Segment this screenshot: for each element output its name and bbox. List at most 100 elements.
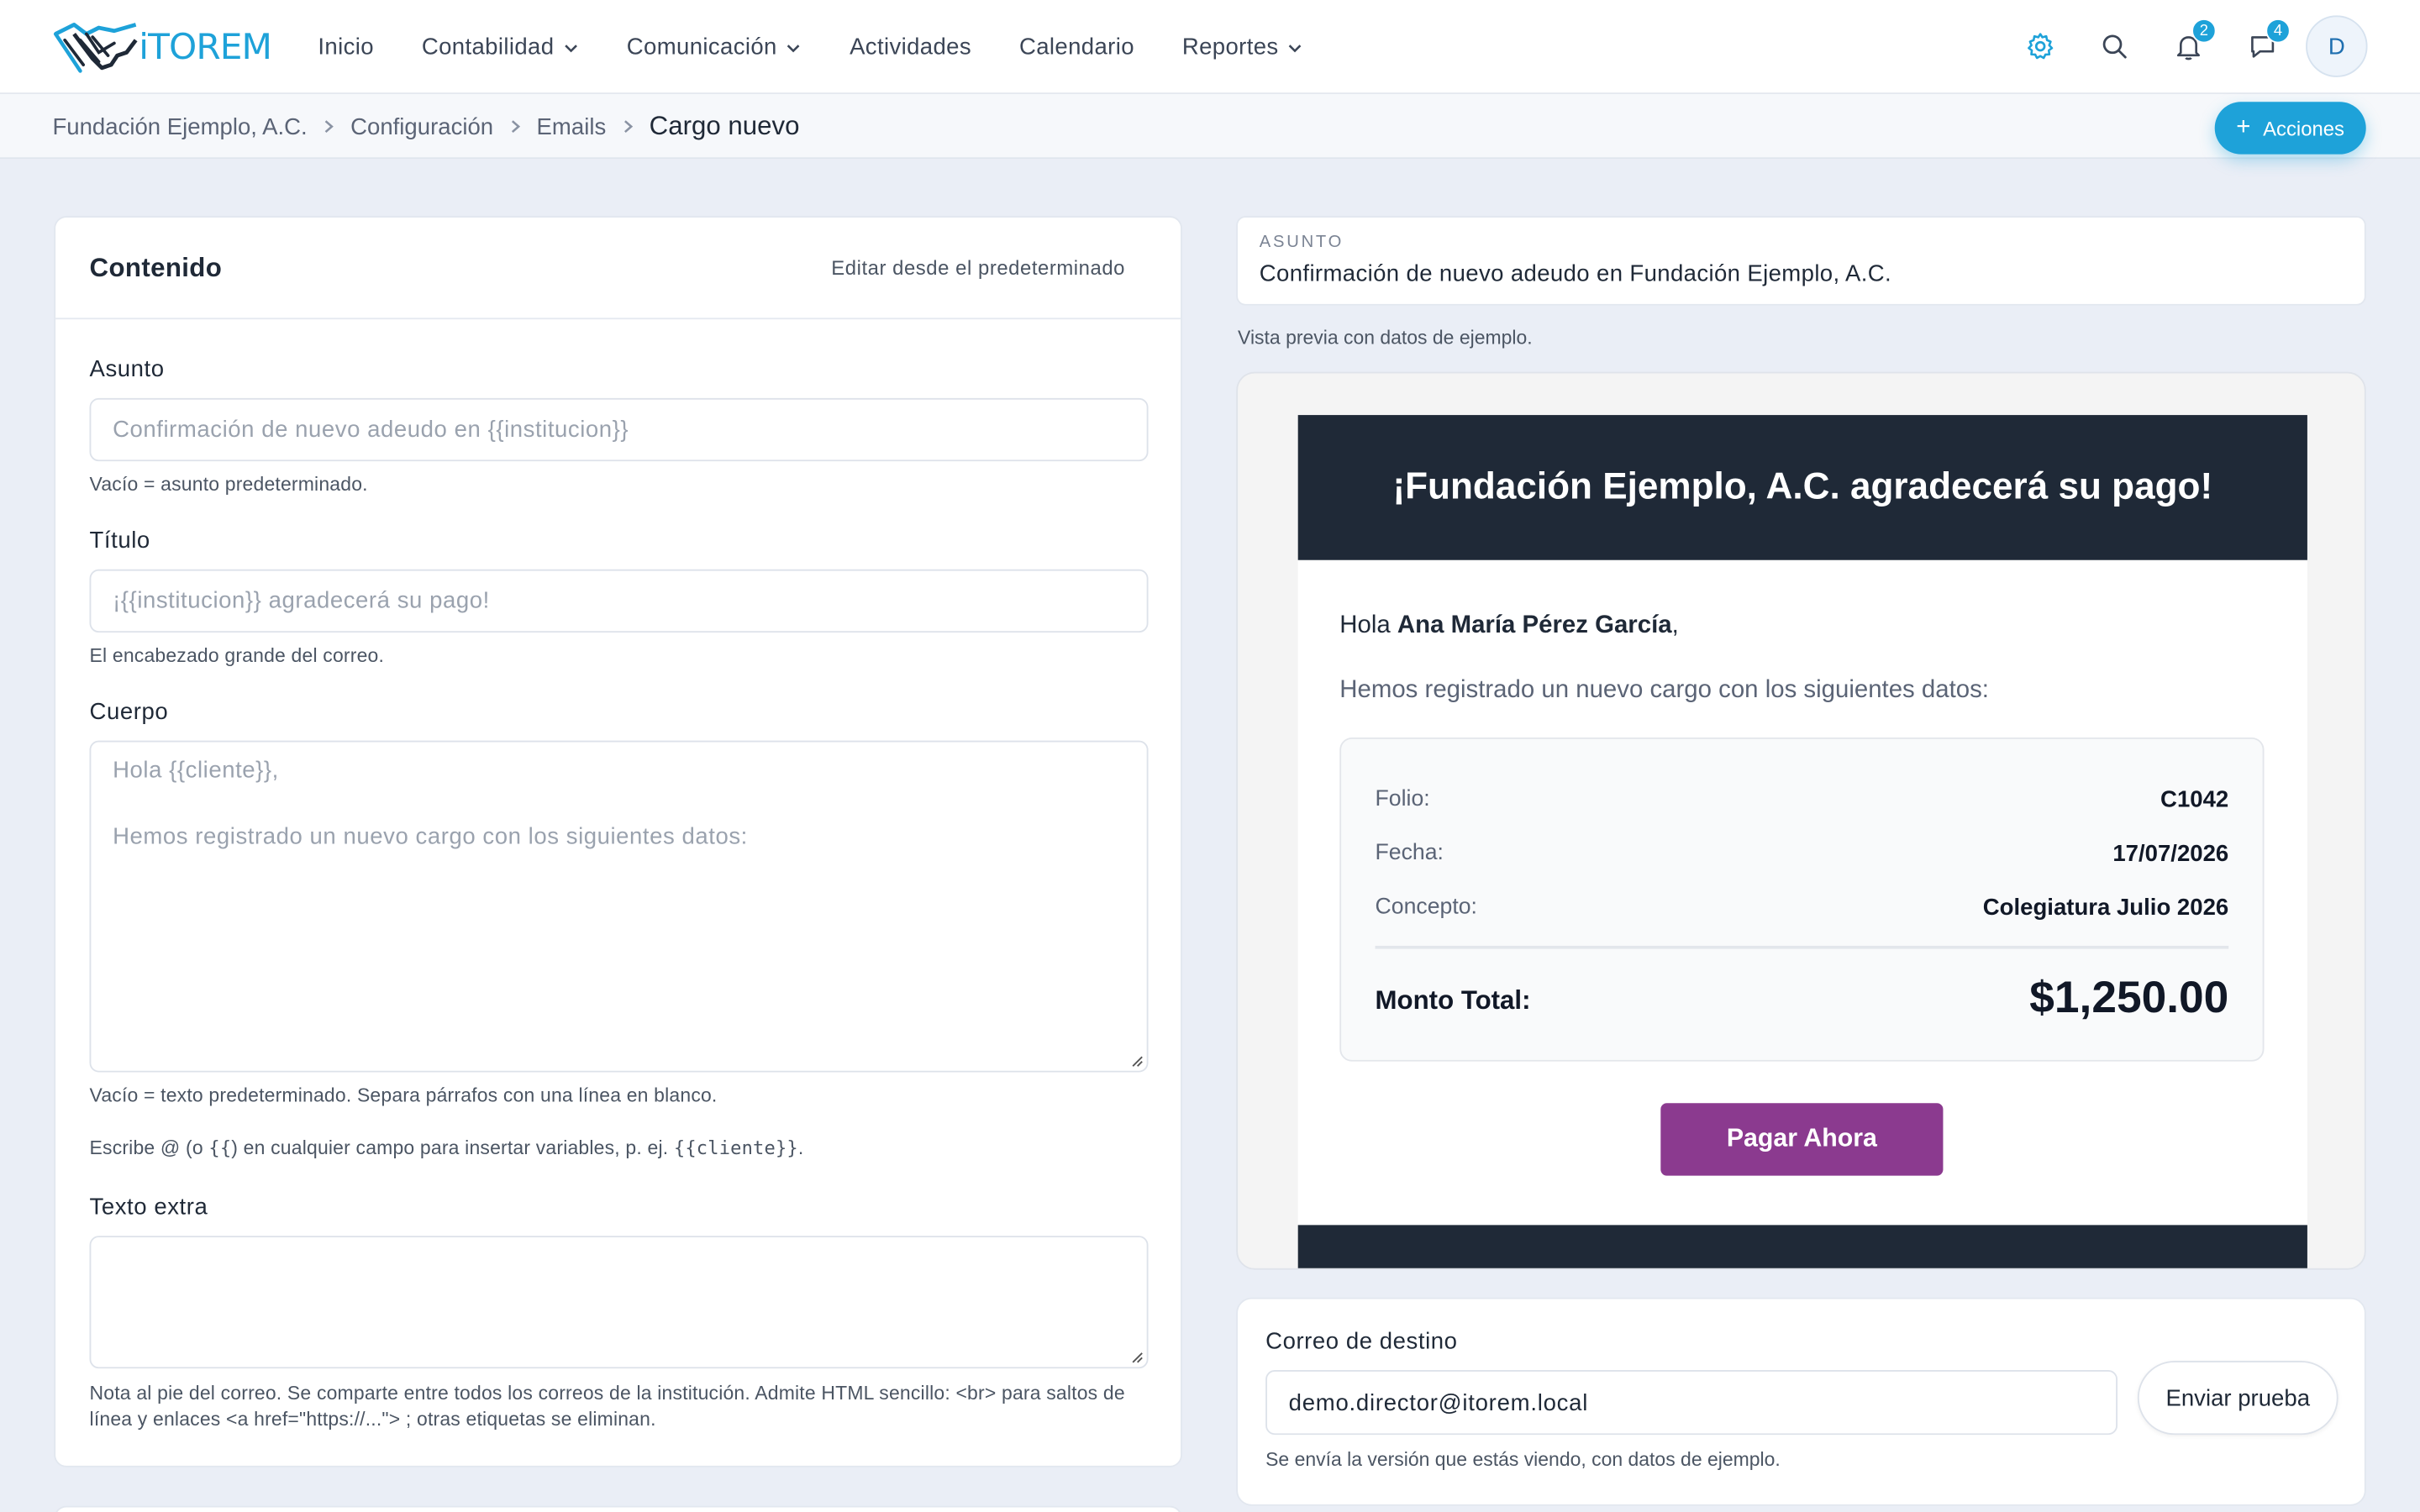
nav-item-comunicacion[interactable]: Comunicación	[627, 0, 802, 94]
variables-hint-code: {{	[208, 1137, 232, 1159]
edit-from-default-button[interactable]: Editar desde el predeterminado	[831, 256, 1125, 280]
content-card: Contenido Editar desde el predeterminado…	[54, 216, 1182, 1467]
detail-key: Concepto:	[1375, 895, 1477, 920]
breadcrumb-institution[interactable]: Fundación Ejemplo, A.C.	[52, 113, 307, 139]
email-greeting: Hola Ana María Pérez García,	[1339, 612, 1679, 640]
subject-preview: ASUNTO Confirmación de nuevo adeudo en F…	[1236, 216, 2366, 306]
subject-label: Asunto	[89, 356, 165, 383]
breadcrumb-configuracion[interactable]: Configuración	[350, 113, 493, 139]
chevron-down-icon	[565, 44, 577, 52]
settings-button[interactable]	[2009, 15, 2070, 76]
detail-value: C1042	[2160, 786, 2229, 813]
variables-hint: Escribe @ (o {{) en cualquier campo para…	[90, 1137, 804, 1159]
destination-email-input[interactable]: demo.director@itorem.local	[1265, 1370, 2118, 1436]
nav-label: Reportes	[1181, 34, 1279, 60]
detail-value: 17/07/2026	[2112, 841, 2229, 868]
nav-item-actividades[interactable]: Actividades	[850, 0, 971, 94]
subject-hint: Vacío = asunto predeterminado.	[89, 473, 368, 496]
charge-details-box: Folio: C1042 Fecha: 17/07/2026 Concepto: Co…	[1339, 737, 2265, 1062]
email-heading: ¡Fundación Ejemplo, A.C. agradecerá su p…	[1297, 415, 2307, 560]
resize-handle-icon[interactable]	[1128, 1348, 1144, 1363]
breadcrumb-emails[interactable]: Emails	[537, 113, 607, 139]
total-value: $1,250.00	[2029, 973, 2229, 1023]
chevron-down-icon	[787, 44, 801, 52]
chevron-right-icon	[324, 120, 334, 134]
email-intro: Hemos registrado un nuevo cargo con los …	[1339, 677, 1989, 704]
main-nav: Inicio Contabilidad Comunicación Activid…	[318, 0, 1351, 94]
messages-button[interactable]: 4	[2232, 15, 2293, 76]
subject-placeholder: Confirmación de nuevo adeudo en {{instit…	[113, 416, 629, 444]
greeting-text: ,	[1671, 612, 1679, 639]
content-card-header: Contenido Editar desde el predeterminado	[55, 218, 1181, 320]
detail-row-folio: Folio: C1042	[1376, 787, 2229, 813]
heading-label: Título	[89, 528, 150, 554]
nav-label: Comunicación	[626, 34, 777, 60]
email-preview: ¡Fundación Ejemplo, A.C. agradecerá su p…	[1297, 415, 2307, 1268]
brand-logo[interactable]: iTOREM	[52, 18, 272, 77]
variables-hint-text: Escribe @ (o	[89, 1137, 209, 1159]
greeting-text: Hola	[1339, 612, 1397, 639]
body-hint: Vacío = texto predeterminado. Separa pár…	[89, 1084, 718, 1106]
chevron-right-icon	[511, 120, 520, 134]
nav-item-inicio[interactable]: Inicio	[318, 0, 374, 94]
nav-item-calendario[interactable]: Calendario	[1019, 0, 1134, 94]
details-divider	[1375, 945, 2229, 949]
resize-handle-icon[interactable]	[1128, 1053, 1144, 1068]
detail-key: Fecha:	[1375, 841, 1444, 866]
actions-label: Acciones	[2263, 116, 2344, 140]
destination-hint: Se envía la versión que estás viendo, co…	[1265, 1448, 1781, 1471]
subject-caption: ASUNTO	[1259, 233, 1344, 252]
extra-hint-line2: línea y enlaces <a href="https://..."> ;…	[89, 1408, 656, 1431]
preview-note: Vista previa con datos de ejemplo.	[1238, 327, 1533, 349]
body-label: Cuerpo	[89, 699, 169, 726]
pay-now-button[interactable]: Pagar Ahora	[1660, 1103, 1944, 1176]
top-navbar: iTOREM Inicio Contabilidad Comunicación …	[0, 0, 2420, 95]
chevron-right-icon	[623, 120, 633, 134]
user-avatar[interactable]: D	[2306, 15, 2368, 77]
body-textarea[interactable]: Hola {{cliente}}, Hemos registrado un nu…	[89, 740, 1149, 1073]
nav-label: Contabilidad	[421, 34, 555, 60]
extra-label: Texto extra	[89, 1194, 208, 1221]
next-card	[54, 1505, 1182, 1512]
destination-email-value: demo.director@itorem.local	[1288, 1389, 1589, 1416]
notifications-button[interactable]: 2	[2158, 15, 2219, 76]
variables-hint-text: ) en cualquier campo para insertar varia…	[231, 1137, 674, 1159]
body-placeholder-line2: Hemos registrado un nuevo cargo con los …	[113, 823, 748, 851]
detail-key: Folio:	[1375, 786, 1430, 812]
variables-hint-code: {{cliente}}	[673, 1137, 798, 1159]
breadcrumb-bar: Fundación Ejemplo, A.C. Configuración Em…	[0, 94, 2420, 160]
extra-textarea[interactable]	[89, 1236, 1149, 1369]
detail-value: Colegiatura Julio 2026	[1982, 895, 2229, 921]
breadcrumb-current: Cargo nuevo	[649, 111, 800, 141]
email-footer	[1297, 1225, 2307, 1268]
nav-actions: 2 4 D	[1997, 15, 2368, 77]
nav-label: Actividades	[850, 34, 972, 60]
search-icon	[2102, 34, 2127, 59]
notifications-badge: 2	[2191, 18, 2217, 44]
destination-label: Correo de destino	[1265, 1328, 1458, 1355]
content-title: Contenido	[89, 252, 223, 282]
heading-placeholder: ¡{{institucion}} agradecerá su pago!	[113, 587, 490, 615]
body-placeholder-line1: Hola {{cliente}},	[113, 757, 279, 785]
nav-item-contabilidad[interactable]: Contabilidad	[422, 0, 579, 94]
nav-item-reportes[interactable]: Reportes	[1182, 0, 1303, 94]
heading-hint: El encabezado grande del correo.	[89, 644, 385, 667]
plus-icon: +	[2236, 113, 2251, 141]
subject-input[interactable]: Confirmación de nuevo adeudo en {{instit…	[89, 397, 1149, 462]
heading-input[interactable]: ¡{{institucion}} agradecerá su pago!	[89, 569, 1149, 633]
email-preview-frame: ¡Fundación Ejemplo, A.C. agradecerá su p…	[1236, 371, 2366, 1270]
test-email-card: Correo de destino demo.director@itorem.l…	[1236, 1297, 2366, 1506]
detail-row-concepto: Concepto: Colegiatura Julio 2026	[1376, 895, 2229, 921]
subject-preview-value: Confirmación de nuevo adeudo en Fundació…	[1259, 260, 1892, 287]
nav-label: Calendario	[1018, 34, 1134, 60]
variables-hint-text: .	[797, 1137, 804, 1159]
chevron-down-icon	[1289, 44, 1302, 52]
messages-badge: 4	[2265, 18, 2291, 44]
search-button[interactable]	[2084, 15, 2145, 76]
detail-row-fecha: Fecha: 17/07/2026	[1376, 841, 2229, 867]
gear-icon	[2028, 33, 2054, 60]
client-name: Ana María Pérez García	[1397, 612, 1672, 639]
handshake-logo-icon	[53, 22, 138, 73]
actions-button[interactable]: + Acciones	[2214, 102, 2366, 155]
send-test-button[interactable]: Enviar prueba	[2137, 1361, 2338, 1436]
